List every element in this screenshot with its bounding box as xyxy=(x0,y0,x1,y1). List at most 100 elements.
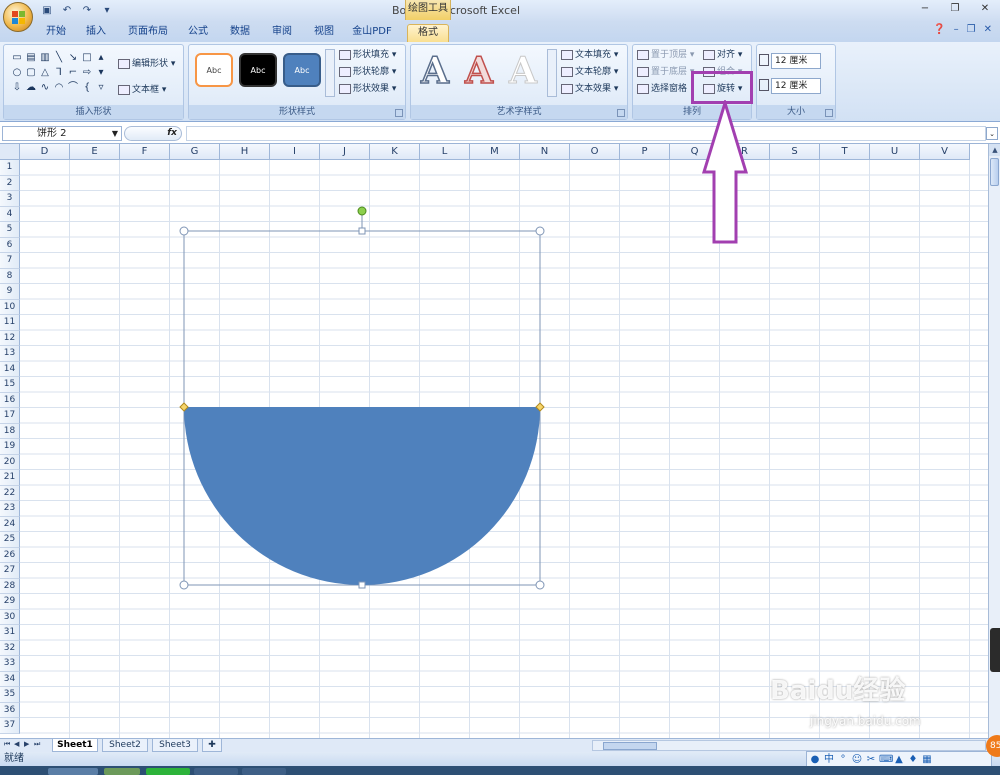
ime-user-icon[interactable]: ● xyxy=(809,754,821,766)
taskbar-item[interactable] xyxy=(194,768,238,775)
wordart-white-style[interactable]: A xyxy=(503,51,543,92)
next-sheet-icon[interactable]: ▶ xyxy=(24,740,29,748)
row-header[interactable]: 15 xyxy=(0,377,20,393)
ime-keyboard-icon[interactable]: ⌨ xyxy=(879,754,893,766)
shape-effects-button[interactable]: 形状效果 ▾ xyxy=(339,82,396,96)
row-header[interactable]: 27 xyxy=(0,563,20,579)
row-header[interactable]: 18 xyxy=(0,423,20,439)
tab-kingsoft-pdf[interactable]: 金山PDF xyxy=(346,24,398,42)
sheet-tab-sheet2[interactable]: Sheet2 xyxy=(102,739,148,752)
dialog-launcher-icon[interactable] xyxy=(617,109,625,117)
row-header[interactable]: 7 xyxy=(0,253,20,269)
row-header[interactable]: 36 xyxy=(0,702,20,718)
row-header[interactable]: 11 xyxy=(0,315,20,331)
column-header[interactable]: O xyxy=(570,144,620,160)
tab-review[interactable]: 审阅 xyxy=(266,24,298,42)
row-header[interactable]: 26 xyxy=(0,547,20,563)
shape-textbox-icon[interactable]: ▤ xyxy=(24,50,38,65)
last-sheet-icon[interactable]: ⏭ xyxy=(34,740,40,749)
shape-freeform-icon[interactable]: ☁ xyxy=(24,80,38,95)
tab-home[interactable]: 开始 xyxy=(40,24,72,42)
style-swatch-blue[interactable]: Abc xyxy=(283,53,321,87)
row-header[interactable]: 34 xyxy=(0,671,20,687)
tab-data[interactable]: 数据 xyxy=(224,24,256,42)
minimize-button[interactable]: − xyxy=(910,0,940,18)
row-header[interactable]: 9 xyxy=(0,284,20,300)
dialog-launcher-icon[interactable] xyxy=(395,109,403,117)
dialog-launcher-icon[interactable] xyxy=(825,109,833,117)
insert-sheet-icon[interactable]: ✚ xyxy=(202,739,222,752)
scroll-up-icon[interactable]: ▲ xyxy=(989,144,1000,156)
taskbar-item[interactable] xyxy=(104,768,140,775)
shape-height-input[interactable]: 12 厘米 xyxy=(771,53,821,69)
row-header[interactable]: 21 xyxy=(0,470,20,486)
shape-expand-icon[interactable]: ▿ xyxy=(94,80,108,95)
column-header[interactable]: L xyxy=(420,144,470,160)
wordart-red-style[interactable]: A xyxy=(459,50,499,92)
row-header[interactable]: 28 xyxy=(0,578,20,594)
shape-arc-icon[interactable]: ◠ xyxy=(52,80,66,95)
row-header[interactable]: 19 xyxy=(0,439,20,455)
row-header[interactable]: 33 xyxy=(0,656,20,672)
ime-scissors-icon[interactable]: ✂ xyxy=(865,754,877,766)
sheet-tab-sheet3[interactable]: Sheet3 xyxy=(152,739,198,752)
selection-pane-button[interactable]: 选择窗格 xyxy=(637,82,687,96)
column-header[interactable]: H xyxy=(220,144,270,160)
bring-to-front-button[interactable]: 置于顶层 ▾ xyxy=(637,48,694,62)
edit-shape-button[interactable]: 编辑形状 ▾ xyxy=(118,57,175,71)
column-header[interactable]: S xyxy=(770,144,820,160)
shape-more-icon[interactable]: ▴ xyxy=(94,50,108,65)
shape-elbow-icon[interactable]: ⅂ xyxy=(52,65,66,80)
row-header[interactable]: 8 xyxy=(0,268,20,284)
row-header[interactable]: 1 xyxy=(0,160,20,176)
ribbon-minimize-icon[interactable]: – xyxy=(954,24,959,35)
style-swatch-orange[interactable]: Abc xyxy=(195,53,233,87)
row-header[interactable]: 16 xyxy=(0,392,20,408)
tab-format[interactable]: 格式 xyxy=(407,24,449,42)
shape-down-arrow-icon[interactable]: ⇩ xyxy=(10,80,24,95)
row-header[interactable]: 22 xyxy=(0,485,20,501)
row-header[interactable]: 6 xyxy=(0,237,20,253)
row-header[interactable]: 4 xyxy=(0,206,20,222)
ime-menu-icon[interactable]: ▦ xyxy=(921,754,933,766)
select-all-button[interactable] xyxy=(0,144,20,160)
text-effects-button[interactable]: 文本效果 ▾ xyxy=(561,82,618,96)
column-header[interactable]: D xyxy=(20,144,70,160)
insert-function-icon[interactable]: fx xyxy=(167,127,177,140)
ime-emoji-icon[interactable]: ☺ xyxy=(851,754,863,766)
column-header[interactable]: P xyxy=(620,144,670,160)
side-widget[interactable] xyxy=(990,628,1000,672)
sheet-tab-sheet1[interactable]: Sheet1 xyxy=(52,739,98,752)
column-header[interactable]: J xyxy=(320,144,370,160)
row-header[interactable]: 23 xyxy=(0,501,20,517)
wordart-gallery-scroll[interactable] xyxy=(547,49,557,97)
ribbon-restore-icon[interactable]: ❐ xyxy=(967,24,976,35)
column-header[interactable]: N xyxy=(520,144,570,160)
shape-wave-icon[interactable]: ⌒ xyxy=(66,80,80,95)
row-header[interactable]: 24 xyxy=(0,516,20,532)
text-fill-button[interactable]: 文本填充 ▾ xyxy=(561,48,618,62)
row-header[interactable]: 5 xyxy=(0,222,20,238)
close-button[interactable]: ✕ xyxy=(970,0,1000,18)
row-header[interactable]: 20 xyxy=(0,454,20,470)
taskbar-item[interactable] xyxy=(242,768,286,775)
row-header[interactable]: 25 xyxy=(0,532,20,548)
align-button[interactable]: 对齐 ▾ xyxy=(703,48,742,62)
shape-triangle-icon[interactable]: △ xyxy=(38,65,52,80)
shape-curve-icon[interactable]: ∿ xyxy=(38,80,52,95)
row-header[interactable]: 35 xyxy=(0,687,20,703)
column-header[interactable]: U xyxy=(870,144,920,160)
column-header[interactable]: I xyxy=(270,144,320,160)
expand-formula-bar-icon[interactable]: ⌄ xyxy=(986,127,998,140)
shape-brace-icon[interactable]: { xyxy=(80,80,94,95)
send-to-back-button[interactable]: 置于底层 ▾ xyxy=(637,65,694,79)
horizontal-scroll-thumb[interactable] xyxy=(603,742,657,750)
chevron-down-icon[interactable]: ▼ xyxy=(112,127,118,140)
shape-rect-icon[interactable]: ▭ xyxy=(10,50,24,65)
shape-scroll-icon[interactable]: ▾ xyxy=(94,65,108,80)
tab-page-layout[interactable]: 页面布局 xyxy=(124,24,172,42)
workbook-close-icon[interactable]: ✕ xyxy=(984,24,992,35)
row-header[interactable]: 32 xyxy=(0,640,20,656)
shape-line-icon[interactable]: ╲ xyxy=(52,50,66,65)
name-box[interactable]: 饼形 2 ▼ xyxy=(2,126,122,141)
